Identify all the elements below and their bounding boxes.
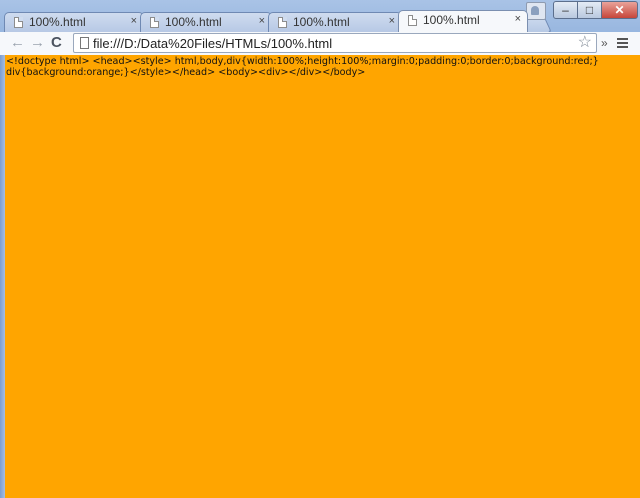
tab-4-active[interactable]: 100%.html × xyxy=(398,10,528,32)
tab-close-icon[interactable]: × xyxy=(131,15,137,27)
tab-3[interactable]: 100%.html × xyxy=(268,12,402,32)
tab-label: 100%.html xyxy=(423,13,480,27)
document-icon xyxy=(408,15,417,26)
page-icon xyxy=(80,37,89,49)
document-icon xyxy=(150,17,159,28)
toolbar: ← → C file:///D:/Data%20Files/HTMLs/100%… xyxy=(0,32,640,56)
bookmark-star-icon[interactable]: ☆ xyxy=(578,34,592,52)
tab-label: 100%.html xyxy=(165,15,222,29)
profile-icon[interactable] xyxy=(526,2,546,20)
tab-close-icon[interactable]: × xyxy=(389,15,395,27)
tab-close-icon[interactable]: × xyxy=(259,15,265,27)
tab-1[interactable]: 100%.html × xyxy=(4,12,144,32)
extensions-overflow-button[interactable]: » xyxy=(601,36,608,50)
page-source-text: <!doctype html> <head><style> html,body,… xyxy=(6,56,599,78)
tab-close-icon[interactable]: × xyxy=(515,13,521,25)
forward-button[interactable]: → xyxy=(30,35,45,51)
browser-window: 100%.html × 100%.html × 100%.html × 100%… xyxy=(0,0,640,498)
document-icon xyxy=(278,17,287,28)
close-window-button[interactable]: ✕ xyxy=(601,1,638,19)
address-bar[interactable]: file:///D:/Data%20Files/HTMLs/100%.html … xyxy=(73,33,597,53)
tab-label: 100%.html xyxy=(293,15,350,29)
back-button[interactable]: ← xyxy=(10,35,25,51)
menu-icon[interactable] xyxy=(617,38,628,50)
maximize-button[interactable]: □ xyxy=(577,1,602,19)
tab-label: 100%.html xyxy=(29,15,86,29)
title-bar: 100%.html × 100%.html × 100%.html × 100%… xyxy=(0,0,640,33)
tab-2[interactable]: 100%.html × xyxy=(140,12,272,32)
page-content: <!doctype html> <head><style> html,body,… xyxy=(5,55,640,498)
reload-button[interactable]: C xyxy=(51,35,62,51)
document-icon xyxy=(14,17,23,28)
minimize-button[interactable]: – xyxy=(553,1,578,19)
url-text[interactable]: file:///D:/Data%20Files/HTMLs/100%.html xyxy=(93,36,332,51)
